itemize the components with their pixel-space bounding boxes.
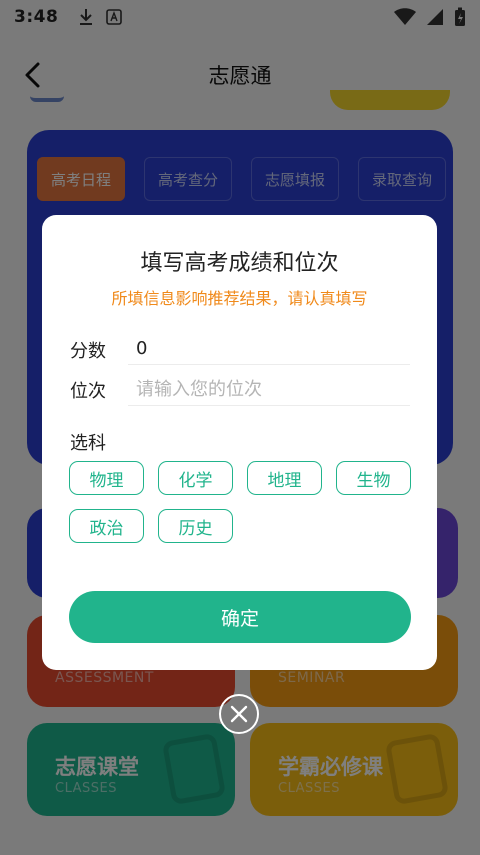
score-input[interactable] [128,333,410,365]
confirm-button[interactable]: 确定 [69,591,411,643]
rank-input[interactable] [128,374,410,406]
rank-label: 位次 [70,381,106,402]
subject-chip-biology[interactable]: 生物 [336,461,411,495]
subject-chip-physics[interactable]: 物理 [69,461,144,495]
subjects-label: 选科 [70,433,106,454]
score-entry-dialog: 填写高考成绩和位次 所填信息影响推荐结果，请认真填写 分数 位次 选科 物理 化… [42,215,437,670]
subject-chip-history[interactable]: 历史 [158,509,233,543]
dialog-title: 填写高考成绩和位次 [140,251,339,276]
close-icon [230,705,248,723]
close-dialog-button[interactable] [219,694,259,734]
score-label: 分数 [70,341,106,362]
subject-chip-politics[interactable]: 政治 [69,509,144,543]
dialog-warning: 所填信息影响推荐结果，请认真填写 [111,289,368,308]
subject-chip-geography[interactable]: 地理 [247,461,322,495]
subject-chip-group: 物理 化学 地理 生物 政治 历史 [69,461,419,543]
subject-chip-chemistry[interactable]: 化学 [158,461,233,495]
